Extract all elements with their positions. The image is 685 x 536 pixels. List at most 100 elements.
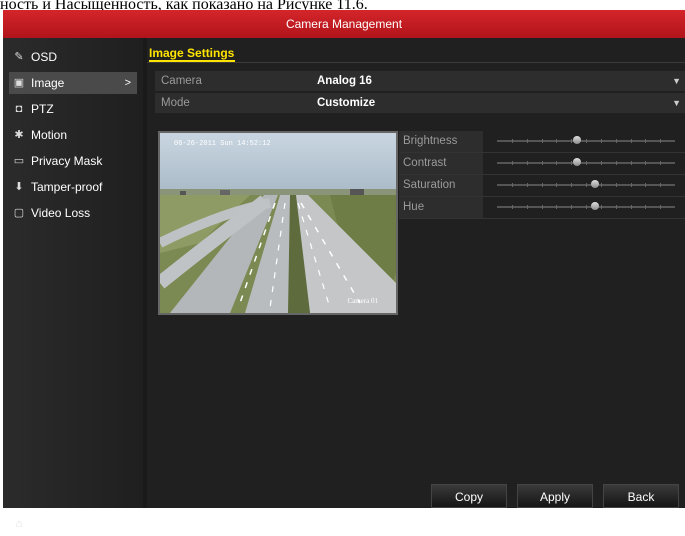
slider-tick [511, 205, 513, 209]
mode-value: Customize [317, 97, 376, 109]
slider-tick [526, 205, 528, 209]
sidebar-item-label: Privacy Mask [31, 154, 103, 168]
live-view-button[interactable]: ⌂ Live View [3, 512, 143, 536]
saturation-label: Saturation [399, 175, 483, 196]
slider-tick [511, 183, 513, 187]
saturation-slider[interactable] [497, 180, 675, 188]
slider-tick [571, 183, 573, 187]
highway-scene-image [160, 133, 396, 313]
window-title: Camera Management [3, 10, 685, 38]
slider-tick [645, 161, 647, 165]
mode-select[interactable]: Mode Customize ▼ [155, 93, 685, 113]
slider-tick [571, 205, 573, 209]
slider-tick [541, 183, 543, 187]
chevron-right-icon: > [124, 77, 131, 89]
slider-tick [630, 161, 632, 165]
slider-tick [645, 205, 647, 209]
slider-tick [541, 139, 543, 143]
apply-button[interactable]: Apply [517, 484, 593, 508]
sidebar-item-label: OSD [31, 50, 58, 64]
tamper-proof-icon: ⬇ [14, 181, 24, 193]
tab-divider [147, 62, 685, 63]
slider-tick [660, 139, 662, 143]
slider-knob[interactable] [573, 136, 582, 144]
slider-tick [541, 205, 543, 209]
brightness-label: Brightness [399, 131, 483, 152]
slider-tick [511, 161, 513, 165]
sidebar-item-image[interactable]: ▣ Image > [9, 72, 137, 94]
slider-tick [586, 183, 587, 187]
slider-tick [600, 139, 602, 143]
sidebar-item-tamper-proof[interactable]: ⬇ Tamper-proof [9, 176, 137, 198]
contrast-slider-row: Contrast [399, 153, 685, 175]
slider-tick [586, 139, 587, 143]
privacy-mask-icon: ▭ [13, 155, 25, 167]
contrast-slider[interactable] [497, 158, 675, 166]
preview-timestamp: 06-26-2011 Sun 14:52:12 [174, 140, 271, 148]
chevron-down-icon: ▼ [672, 76, 681, 86]
slider-tick [600, 205, 602, 209]
sidebar-item-motion[interactable]: ✱ Motion [9, 124, 137, 146]
image-icon: ▣ [13, 77, 25, 89]
document-caption: ность и Насыщенность, как показано на Ри… [0, 0, 368, 10]
sidebar-item-video-loss[interactable]: ▢ Video Loss [9, 202, 137, 224]
slider-tick [645, 139, 647, 143]
sidebar-item-privacy-mask[interactable]: ▭ Privacy Mask [9, 150, 137, 172]
sidebar-item-label: PTZ [31, 102, 54, 116]
slider-knob[interactable] [590, 180, 599, 188]
slider-tick [586, 161, 587, 165]
home-icon: ⌂ [15, 518, 23, 530]
camera-management-window: Camera Management ✎ OSD ▣ Image > ◘ PTZ … [3, 10, 685, 531]
slider-tick [630, 183, 632, 187]
tab-image-settings[interactable]: Image Settings [149, 46, 234, 60]
sidebar-item-label: Tamper-proof [31, 180, 103, 194]
slider-tick [615, 161, 617, 165]
sidebar: ✎ OSD ▣ Image > ◘ PTZ ✱ Motion ▭ Privacy… [3, 38, 143, 531]
slider-tick [645, 183, 647, 187]
slider-tick [541, 161, 543, 165]
slider-tick [571, 161, 573, 165]
slider-tick [660, 161, 662, 165]
slider-tick [526, 161, 528, 165]
slider-tick [556, 139, 558, 143]
brightness-slider[interactable] [497, 136, 675, 144]
preview-camera-name: Camera 01 [347, 297, 378, 305]
slider-tick [571, 139, 573, 143]
sidebar-item-label: Image [31, 76, 65, 90]
slider-tick [660, 205, 662, 209]
mode-label: Mode [161, 97, 190, 109]
main-panel: Image Settings Camera Analog 16 ▼ Mode C… [147, 38, 685, 508]
hue-slider[interactable] [497, 202, 675, 210]
sidebar-item-label: Motion [31, 128, 68, 142]
slider-tick [615, 139, 617, 143]
slider-tick [615, 183, 617, 187]
osd-icon: ✎ [14, 51, 24, 63]
slider-tick [511, 139, 513, 143]
camera-value: Analog 16 [317, 75, 372, 87]
sidebar-item-ptz[interactable]: ◘ PTZ [9, 98, 137, 120]
slider-tick [630, 139, 632, 143]
back-button[interactable]: Back [603, 484, 679, 508]
camera-select[interactable]: Camera Analog 16 ▼ [155, 71, 685, 91]
slider-tick [556, 161, 558, 165]
slider-tick [556, 183, 558, 187]
sidebar-item-osd[interactable]: ✎ OSD [9, 46, 137, 68]
slider-tick [600, 161, 602, 165]
slider-tick [526, 183, 528, 187]
slider-tick [630, 205, 632, 209]
camera-label: Camera [161, 75, 202, 87]
copy-button[interactable]: Copy [431, 484, 507, 508]
sidebar-item-label: Video Loss [31, 206, 91, 220]
hue-slider-row: Hue [399, 197, 685, 219]
live-view-label: Live View [29, 517, 81, 531]
hue-label: Hue [399, 197, 483, 218]
saturation-slider-row: Saturation [399, 175, 685, 197]
camera-preview: 06-26-2011 Sun 14:52:12 Camera 01 [158, 131, 398, 315]
brightness-slider-row: Brightness [399, 131, 685, 153]
slider-tick [556, 205, 558, 209]
contrast-label: Contrast [399, 153, 483, 174]
slider-tick [586, 205, 587, 209]
slider-tick [600, 183, 602, 187]
slider-knob[interactable] [590, 202, 599, 210]
slider-knob[interactable] [573, 158, 582, 166]
